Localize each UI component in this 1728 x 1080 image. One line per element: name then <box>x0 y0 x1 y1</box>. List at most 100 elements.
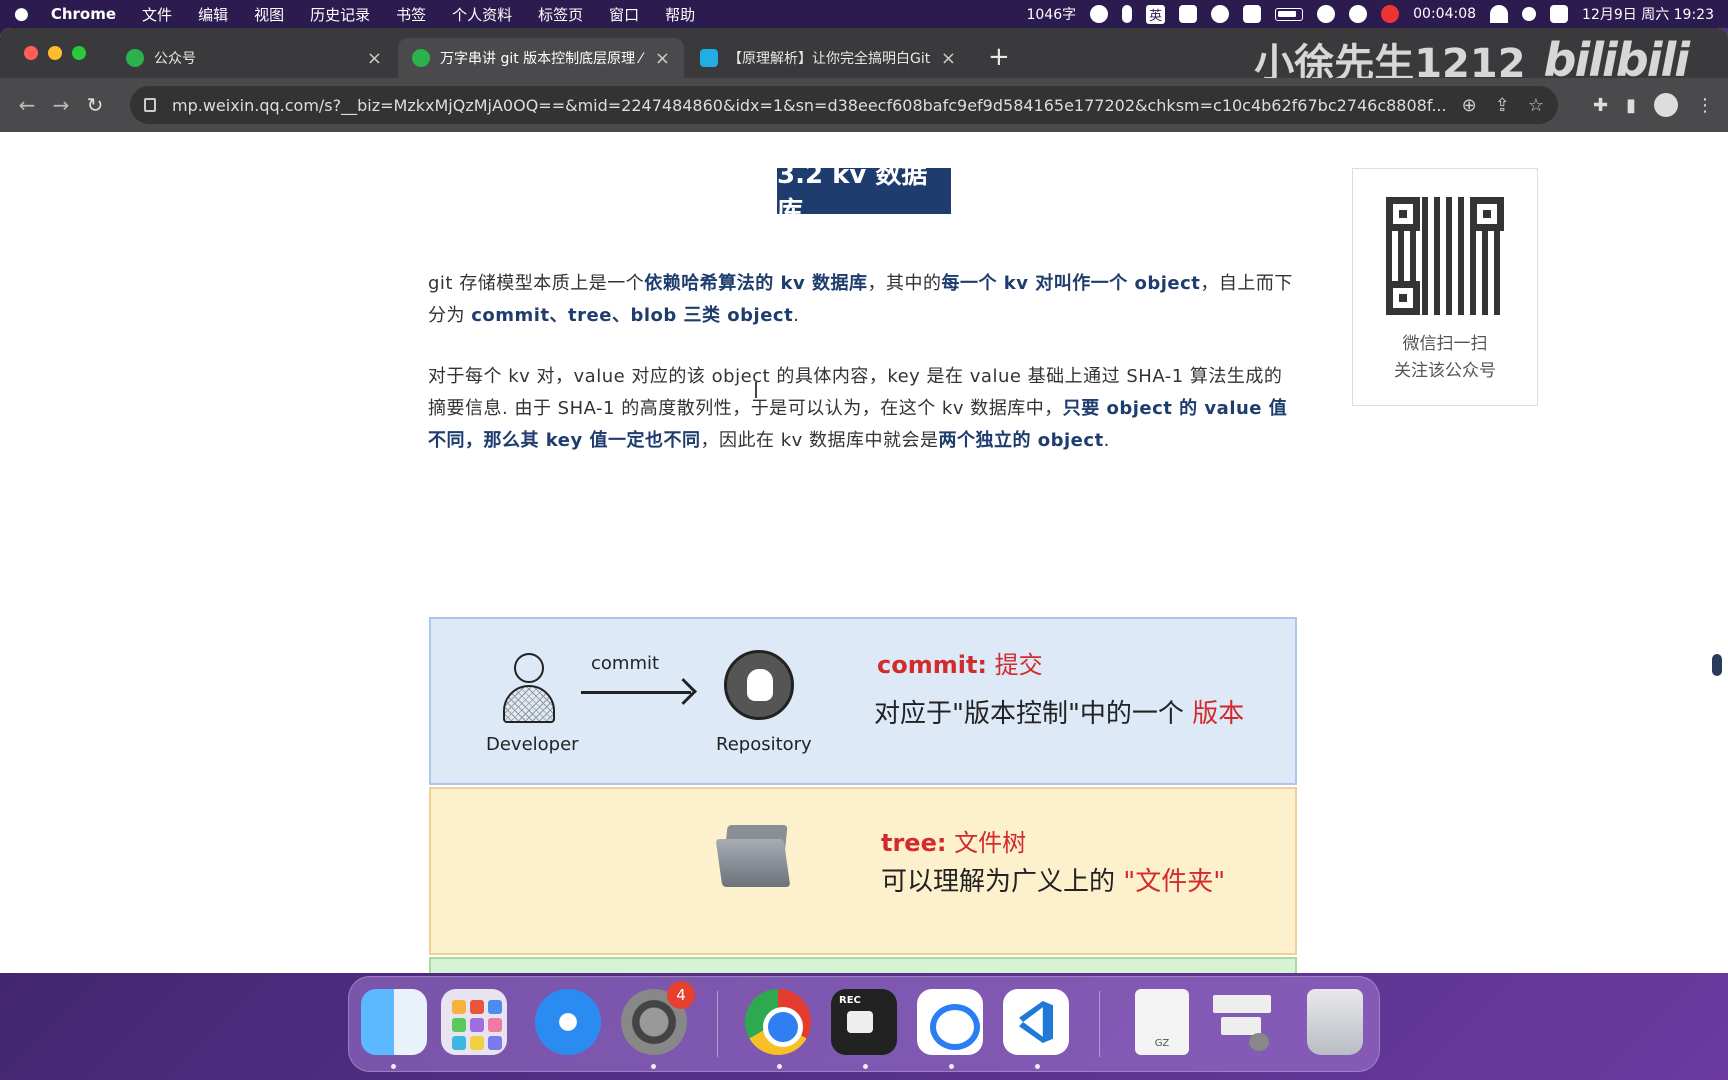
dock-separator <box>1099 991 1100 1057</box>
tree-description: 可以理解为广义上的 "文件夹" <box>881 861 1225 898</box>
sogou-icon[interactable] <box>1243 5 1262 23</box>
minimize-window-button[interactable] <box>48 46 62 60</box>
text-run: . <box>793 305 800 326</box>
menu-tab[interactable]: 标签页 <box>538 4 583 25</box>
status-area: 1046字 英 00:04:08 12月9日 周六 19:23 <box>1026 0 1714 28</box>
baidu-cloud-icon[interactable] <box>1211 5 1230 23</box>
running-indicator <box>949 1064 954 1069</box>
profile-avatar-icon[interactable] <box>1654 93 1678 117</box>
qr-code-card: 微信扫一扫 关注该公众号 <box>1352 168 1538 406</box>
commit-arrow-label: commit <box>591 653 660 674</box>
close-tab-icon[interactable]: × <box>367 48 382 69</box>
microphone-icon[interactable] <box>1122 5 1133 23</box>
text-run: . <box>1103 430 1110 451</box>
menu-bar: ● Chrome 文件 编辑 视图 历史记录 书签 个人资料 标签页 窗口 帮助… <box>0 0 1728 28</box>
qr-code-image[interactable] <box>1386 197 1504 315</box>
side-panel-icon[interactable]: ▮ <box>1626 95 1636 116</box>
tab-strip: 公众号 × 万字串讲 git 版本控制底层原理 ⁄ × 【原理解析】让你完全搞明… <box>0 28 1728 87</box>
menu-app-chrome[interactable]: Chrome <box>51 5 116 23</box>
close-tab-icon[interactable]: × <box>655 48 670 69</box>
bilibili-favicon-icon <box>700 49 718 67</box>
spotlight-search-icon[interactable] <box>1522 7 1537 21</box>
running-indicator <box>863 1064 868 1069</box>
trash-icon[interactable] <box>1307 989 1363 1055</box>
tab-label: 【原理解析】让你完全搞明白Git <box>728 51 931 67</box>
lock-icon[interactable] <box>144 98 156 112</box>
github-octocat-icon <box>724 650 794 720</box>
new-tab-button[interactable]: + <box>988 42 1010 72</box>
article-page: 3.2 kv 数据库 git 存储模型本质上是一个依赖哈希算法的 kv 数据库，… <box>0 132 1728 973</box>
tab-gongzhonghao[interactable]: 公众号 × <box>112 38 396 78</box>
menu-file[interactable]: 文件 <box>142 4 172 25</box>
tab-bilibili-video[interactable]: 【原理解析】让你完全搞明白Git × <box>686 38 970 78</box>
input-method-indicator[interactable]: 英 <box>1146 4 1166 24</box>
wifi-icon[interactable] <box>1490 5 1509 23</box>
window-controls <box>24 46 86 60</box>
tab-git-article[interactable]: 万字串讲 git 版本控制底层原理 ⁄ × <box>398 38 684 78</box>
wechat-favicon-icon <box>126 49 144 67</box>
downloads-stack-icon[interactable] <box>1209 989 1275 1055</box>
menu-bookmarks[interactable]: 书签 <box>396 4 426 25</box>
battery-icon[interactable] <box>1275 7 1304 21</box>
menu-edit[interactable]: 编辑 <box>198 4 228 25</box>
forward-arrow-icon[interactable]: → <box>44 93 78 117</box>
section-title: 3.2 kv 数据库 <box>777 160 951 227</box>
screen-recorder-icon[interactable]: REC <box>831 989 897 1055</box>
developer-label: Developer <box>486 734 579 755</box>
menu-help[interactable]: 帮助 <box>665 4 695 25</box>
apple-menu-icon[interactable]: ● <box>14 4 29 24</box>
control-center-icon[interactable] <box>1550 5 1569 23</box>
word-count: 1046字 <box>1026 7 1077 23</box>
reload-icon[interactable]: ↻ <box>78 93 112 117</box>
text-run: ，其中的 <box>867 273 942 294</box>
notification-badge: 4 <box>667 981 695 1009</box>
launchpad-icon[interactable] <box>441 989 507 1055</box>
url-text[interactable]: mp.weixin.qq.com/s?__biz=MzkxMjQzMjA0OQ=… <box>172 96 1448 115</box>
address-bar[interactable]: mp.weixin.qq.com/s?__biz=MzkxMjQzMjA0OQ=… <box>130 86 1558 124</box>
pen-icon[interactable] <box>1317 5 1336 23</box>
running-indicator <box>391 1064 396 1069</box>
qr-caption-line2: 关注该公众号 <box>1394 361 1496 381</box>
dock-separator <box>717 991 718 1057</box>
close-window-button[interactable] <box>24 46 38 60</box>
menu-history[interactable]: 历史记录 <box>310 4 370 25</box>
safari-icon[interactable] <box>535 989 601 1055</box>
arrow-right-icon <box>581 691 691 694</box>
system-settings-icon[interactable]: 4 <box>621 981 695 1055</box>
baidu-netdisk-icon[interactable] <box>917 989 983 1055</box>
scrollbar-thumb[interactable] <box>1712 654 1722 676</box>
text-run: ，因此在 kv 数据库中就会是 <box>700 430 939 451</box>
share-icon[interactable]: ⇪ <box>1495 95 1510 116</box>
zoom-icon[interactable]: ⊕ <box>1462 95 1477 116</box>
more-menu-icon[interactable]: ⋮ <box>1696 95 1714 116</box>
git-objects-diagram: Developer commit Repository commit: 提交 对… <box>429 617 1297 973</box>
close-tab-icon[interactable]: × <box>941 48 956 69</box>
qr-finder <box>1470 197 1504 231</box>
back-arrow-icon[interactable]: ← <box>10 93 44 117</box>
commit-cn-label: 提交 <box>994 651 1043 679</box>
pause-icon[interactable] <box>1349 5 1368 23</box>
menu-profiles[interactable]: 个人资料 <box>452 4 512 25</box>
text-cursor <box>755 382 757 398</box>
datetime[interactable]: 12月9日 周六 19:23 <box>1582 4 1714 24</box>
vscode-icon[interactable] <box>1003 989 1069 1055</box>
bold-run: commit、tree、blob 三类 object <box>471 305 794 326</box>
qr-finder <box>1386 197 1420 231</box>
qr-finder <box>1386 281 1420 315</box>
menu-window[interactable]: 窗口 <box>609 4 639 25</box>
desc-highlight: 版本 <box>1192 699 1245 729</box>
running-indicator <box>651 1064 656 1069</box>
zoom-window-button[interactable] <box>72 46 86 60</box>
gz-archive-icon[interactable]: GZ <box>1135 989 1189 1055</box>
chrome-icon[interactable] <box>745 989 811 1055</box>
menu-view[interactable]: 视图 <box>254 4 284 25</box>
finder-icon[interactable] <box>361 989 427 1055</box>
emoji-icon[interactable] <box>1090 5 1109 23</box>
bold-run: 依赖哈希算法的 kv 数据库 <box>644 273 868 294</box>
stop-record-icon[interactable] <box>1381 5 1400 23</box>
paragraph-kv-intro: git 存储模型本质上是一个依赖哈希算法的 kv 数据库，其中的每一个 kv 对… <box>428 268 1298 332</box>
tree-keyword: tree: <box>881 829 947 857</box>
bookmark-star-icon[interactable]: ☆ <box>1528 95 1544 116</box>
extensions-puzzle-icon[interactable]: ✚ <box>1593 95 1608 116</box>
paper-plane-icon[interactable] <box>1179 5 1198 23</box>
